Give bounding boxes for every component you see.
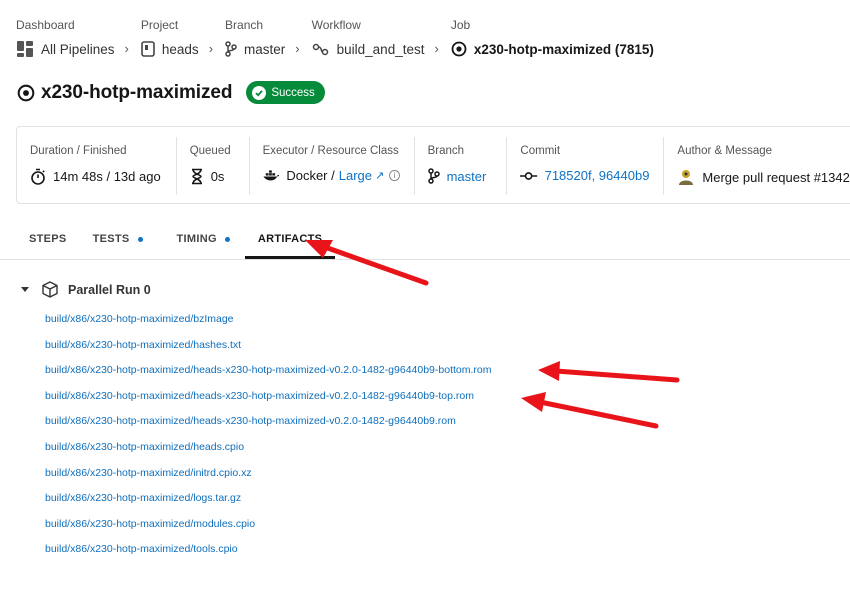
breadcrumb-label[interactable]: x230-hotp-maximized (7815) [474,42,654,57]
info-label: Author & Message [677,145,773,157]
list-item: build/x86/x230-hotp-maximized/heads-x230… [45,413,492,439]
artifact-link[interactable]: build/x86/x230-hotp-maximized/logs.tar.g… [45,492,241,504]
status-badge: Success [246,81,325,104]
info-branch: Branch master [415,137,508,195]
artifact-list: build/x86/x230-hotp-maximized/bzImage bu… [45,311,492,567]
breadcrumb-caption: Project [140,18,179,32]
breadcrumb-caption: Branch [225,18,264,32]
project-icon [141,41,155,57]
breadcrumb-project[interactable]: Project heads [141,17,199,57]
annotation-arrow [521,392,659,429]
resource-class-link[interactable]: Large [339,168,372,183]
breadcrumb: Dashboard All Pipelines › Project heads … [16,17,654,57]
chevron-right-icon: › [124,41,129,56]
list-item: build/x86/x230-hotp-maximized/heads-x230… [45,362,492,388]
list-item: build/x86/x230-hotp-maximized/tools.cpio [45,541,492,567]
info-value[interactable]: Merge pull request #1342 [702,170,849,185]
status-label: Success [271,86,315,99]
tab-label[interactable]: TESTS [93,233,130,245]
annotation-arrow [538,361,680,383]
artifact-link[interactable]: build/x86/x230-hotp-maximized/heads-x230… [45,415,456,427]
breadcrumb-label[interactable]: All Pipelines [41,42,115,57]
info-executor: Executor / Resource Class Docker / Large… [250,137,415,195]
breadcrumb-caption: Job [450,18,471,32]
tab-timing[interactable]: TIMING [164,224,243,259]
list-item: build/x86/x230-hotp-maximized/heads-x230… [45,388,492,414]
stopwatch-icon [31,168,45,185]
artifact-link[interactable]: build/x86/x230-hotp-maximized/heads.cpio [45,441,244,453]
artifact-link[interactable]: build/x86/x230-hotp-maximized/hashes.txt [45,339,241,351]
info-circle-icon[interactable]: i [389,170,400,181]
artifact-link[interactable]: build/x86/x230-hotp-maximized/heads-x230… [45,364,492,376]
check-circle-icon [252,85,267,100]
info-duration: Duration / Finished 14m 48s / 13d ago [17,137,177,195]
author-avatar-icon [679,170,694,185]
tab-label[interactable]: ARTIFACTS [258,233,322,245]
list-item: build/x86/x230-hotp-maximized/initrd.cpi… [45,465,492,491]
breadcrumb-label[interactable]: heads [162,42,199,57]
list-item: build/x86/x230-hotp-maximized/hashes.txt [45,337,492,363]
info-author: Author & Message Merge pull request #134… [664,137,850,195]
tab-label[interactable]: STEPS [29,233,67,245]
caret-down-icon[interactable] [21,287,29,292]
docker-icon [263,169,279,180]
chevron-right-icon: › [208,41,214,56]
artifact-link[interactable]: build/x86/x230-hotp-maximized/initrd.cpi… [45,467,252,479]
artifact-link[interactable]: build/x86/x230-hotp-maximized/modules.cp… [45,518,255,530]
list-item: build/x86/x230-hotp-maximized/bzImage [45,311,492,337]
branch-link[interactable]: master [447,169,487,184]
branch-icon [427,168,440,184]
chevron-right-icon: › [295,41,300,56]
commit-icon [520,171,538,180]
artifact-link[interactable]: build/x86/x230-hotp-maximized/tools.cpio [45,543,238,555]
artifact-link[interactable]: build/x86/x230-hotp-maximized/bzImage [45,313,234,325]
info-value: 14m 48s / 13d ago [53,169,161,184]
breadcrumb-workflow[interactable]: Workflow build_and_test [312,17,425,57]
info-label: Branch [427,145,465,157]
breadcrumb-dashboard[interactable]: Dashboard All Pipelines [16,17,115,57]
list-item: build/x86/x230-hotp-maximized/modules.cp… [45,516,492,542]
chevron-right-icon: › [434,41,439,56]
info-value: 0s [210,169,225,184]
notification-dot-icon [137,237,143,242]
tab-tests[interactable]: TESTS [80,224,156,259]
box-icon [42,281,58,298]
breadcrumb-label[interactable]: master [244,42,285,57]
tab-steps[interactable]: STEPS [16,224,80,259]
breadcrumb-caption: Workflow [311,18,361,32]
breadcrumb-caption: Dashboard [16,18,75,32]
pipelines-grid-icon [17,41,33,57]
page-title: x230-hotp-maximized [41,81,233,103]
info-label: Commit [520,145,561,157]
job-icon [451,41,467,57]
list-item: build/x86/x230-hotp-maximized/heads.cpio [45,439,492,465]
info-label: Duration / Finished [30,145,127,157]
job-tabs: STEPS TESTS TIMING ARTIFACTS [16,224,850,260]
branch-icon [225,41,237,57]
job-header: x230-hotp-maximized Success [17,81,325,104]
hourglass-icon [191,168,202,185]
tab-label[interactable]: TIMING [177,233,217,245]
info-queued: Queued 0s [177,137,250,195]
info-commit: Commit 718520f, 96440b9 [507,137,665,195]
commit-link[interactable]: 718520f, 96440b9 [545,168,650,183]
workflow-icon [312,43,328,56]
job-icon [17,84,35,101]
notification-dot-icon [224,237,230,242]
breadcrumb-branch[interactable]: Branch master [225,17,285,57]
info-label: Queued [189,145,231,157]
breadcrumb-label[interactable]: build_and_test [337,42,425,57]
tab-artifacts[interactable]: ARTIFACTS [244,224,336,259]
parallel-run-header[interactable]: Parallel Run 0 [21,281,151,298]
artifact-link[interactable]: build/x86/x230-hotp-maximized/heads-x230… [45,390,474,402]
external-link-icon[interactable]: ↗ [375,169,384,182]
breadcrumb-job[interactable]: Job x230-hotp-maximized (7815) [451,17,654,57]
job-info-panel: Duration / Finished 14m 48s / 13d ago Qu… [16,126,850,204]
info-label: Executor / Resource Class [262,145,399,157]
list-item: build/x86/x230-hotp-maximized/logs.tar.g… [45,490,492,516]
info-value: Docker / [286,168,335,183]
parallel-run-label: Parallel Run 0 [68,282,151,297]
